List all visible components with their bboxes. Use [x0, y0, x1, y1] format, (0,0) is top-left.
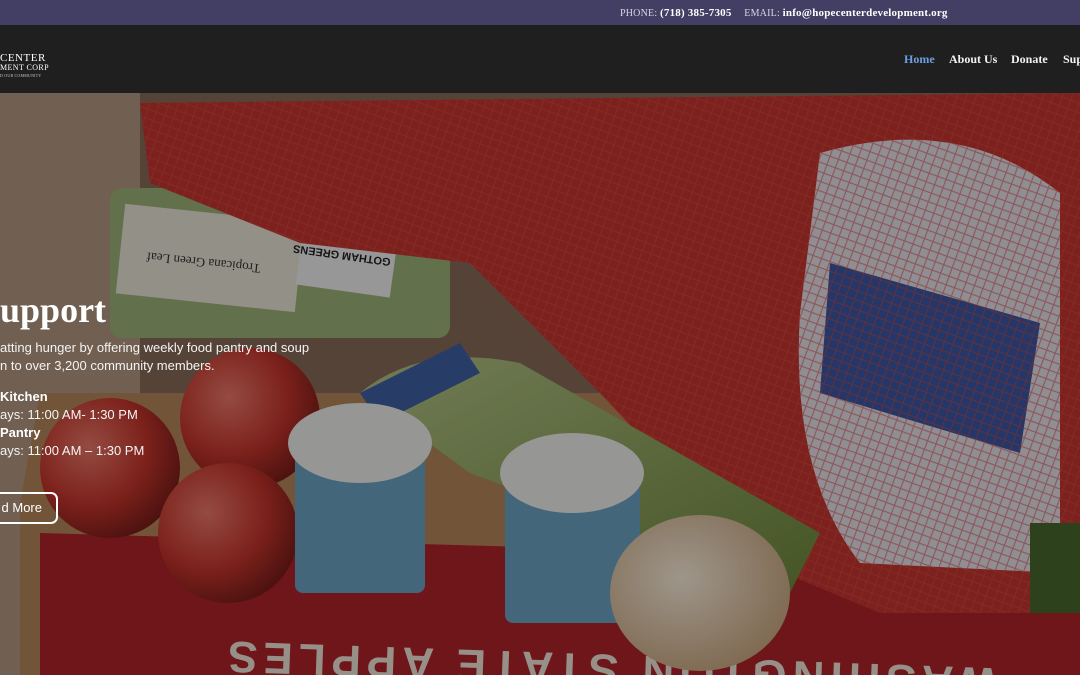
phone-label: PHONE:	[620, 8, 658, 19]
contact-info: PHONE: (718) 385-7305 EMAIL: info@hopece…	[620, 7, 948, 19]
hero-slider: WASHINGTON STATE APPLES GOTHAM GREENS Tr…	[0, 93, 1080, 675]
nav-item-about-us[interactable]: About Us	[949, 52, 997, 67]
soup-kitchen-hours: ays: 11:00 AM- 1:30 PM	[0, 407, 138, 422]
site-logo[interactable]: CENTER MENT CORP D OUR COMMUNITY	[0, 52, 60, 80]
logo-line-2: MENT CORP	[0, 63, 50, 72]
nav-item-donate[interactable]: Donate	[1011, 52, 1048, 67]
nav-item-home[interactable]: Home	[904, 52, 935, 67]
email-link[interactable]: info@hopecenterdevelopment.org	[783, 7, 948, 19]
email-label: EMAIL:	[744, 8, 780, 19]
hero-description-line-1: atting hunger by offering weekly food pa…	[0, 340, 310, 355]
hero-dark-overlay	[0, 93, 1080, 675]
read-more-button[interactable]: d More	[0, 492, 58, 524]
food-pantry-label: Pantry	[0, 425, 41, 440]
nav-item-support[interactable]: Sup	[1063, 52, 1080, 67]
logo-line-3: D OUR COMMUNITY	[0, 73, 42, 78]
hero-description-line-2: n to over 3,200 community members.	[0, 358, 215, 373]
site-header: CENTER MENT CORP D OUR COMMUNITY Home Ab…	[0, 25, 1080, 93]
food-pantry-hours: ays: 11:00 AM – 1:30 PM	[0, 443, 145, 458]
hero-title: upport	[0, 290, 107, 330]
top-info-bar: PHONE: (718) 385-7305 EMAIL: info@hopece…	[0, 0, 1080, 25]
phone-link[interactable]: (718) 385-7305	[660, 7, 732, 19]
soup-kitchen-label: Kitchen	[0, 389, 48, 404]
